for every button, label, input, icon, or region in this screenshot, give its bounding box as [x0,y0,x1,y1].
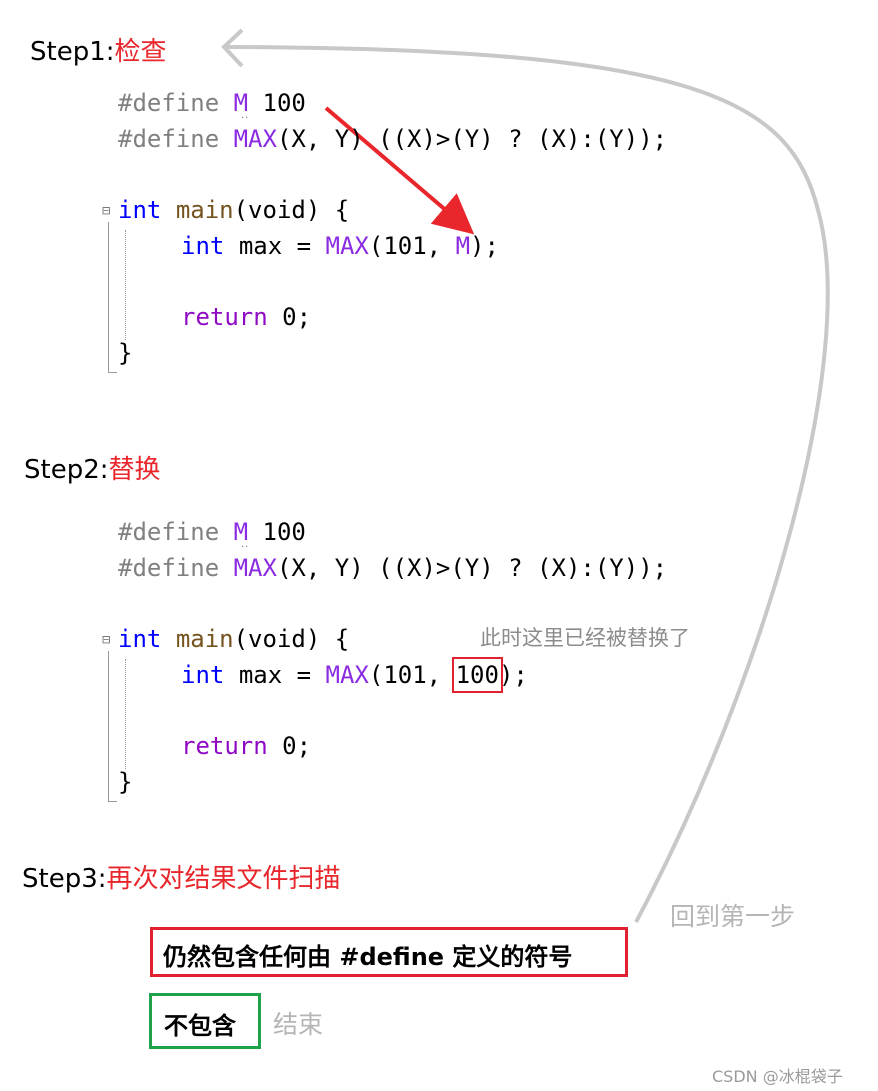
step1-label: Step1: [30,37,115,67]
collapse-icon[interactable]: ⊟ [102,632,110,648]
indent-guide [125,230,126,340]
code2-return: return 0; [181,732,312,760]
squiggle-marker: ·· [241,113,250,124]
code2-define-m: #define M 100 [118,518,306,546]
step3-label: Step3: [22,864,107,894]
code2-main-decl: int main(void) { [118,625,350,653]
code1-define-max: #define MAX(X, Y) ((X)>(Y) ? (X):(Y)); [118,125,668,153]
indent-guide [125,659,126,769]
step2-label: Step2: [24,455,109,485]
condition-not-contains-box: 不包含 [149,993,261,1049]
code2-close-brace: } [118,768,133,796]
step1-title: 检查 [114,37,167,67]
squiggle-marker: ·· [241,542,250,553]
loop-back-curve [225,45,830,923]
collapse-icon[interactable]: ⊟ [102,203,110,219]
condition-contains-box: 仍然包含任何由 #define 定义的符号 [150,927,628,977]
replaced-value: 100 [451,657,503,693]
fold-bracket [108,222,117,373]
code1-close-brace: } [118,339,133,367]
code1-define-m: #define M 100 [118,89,306,117]
loop-back-label: 回到第一步 [670,902,796,931]
end-label: 结束 [273,1010,324,1039]
replaced-note: 此时这里已经被替换了 [480,626,690,650]
step1-heading: Step1:检查 [30,31,167,68]
code1-stmt: int max = MAX(101, M); [181,232,499,260]
step2-heading: Step2:替换 [24,449,161,486]
code1-return: return 0; [181,303,312,331]
usage-m: M [455,232,471,260]
step2-title: 替换 [108,455,161,485]
condition-contains-text: 仍然包含任何由 #define 定义的符号 [163,943,573,971]
condition-not-contains-text: 不包含 [164,1012,236,1040]
fold-bracket [108,651,117,802]
code2-stmt: int max = MAX(101, 100); [181,657,528,693]
code2-define-max: #define MAX(X, Y) ((X)>(Y) ? (X):(Y)); [118,554,668,582]
code1-main-decl: int main(void) { [118,196,350,224]
watermark: CSDN @冰棍袋子 [712,1067,843,1086]
step3-title: 再次对结果文件扫描 [106,864,341,894]
step3-heading: Step3:再次对结果文件扫描 [22,858,341,895]
